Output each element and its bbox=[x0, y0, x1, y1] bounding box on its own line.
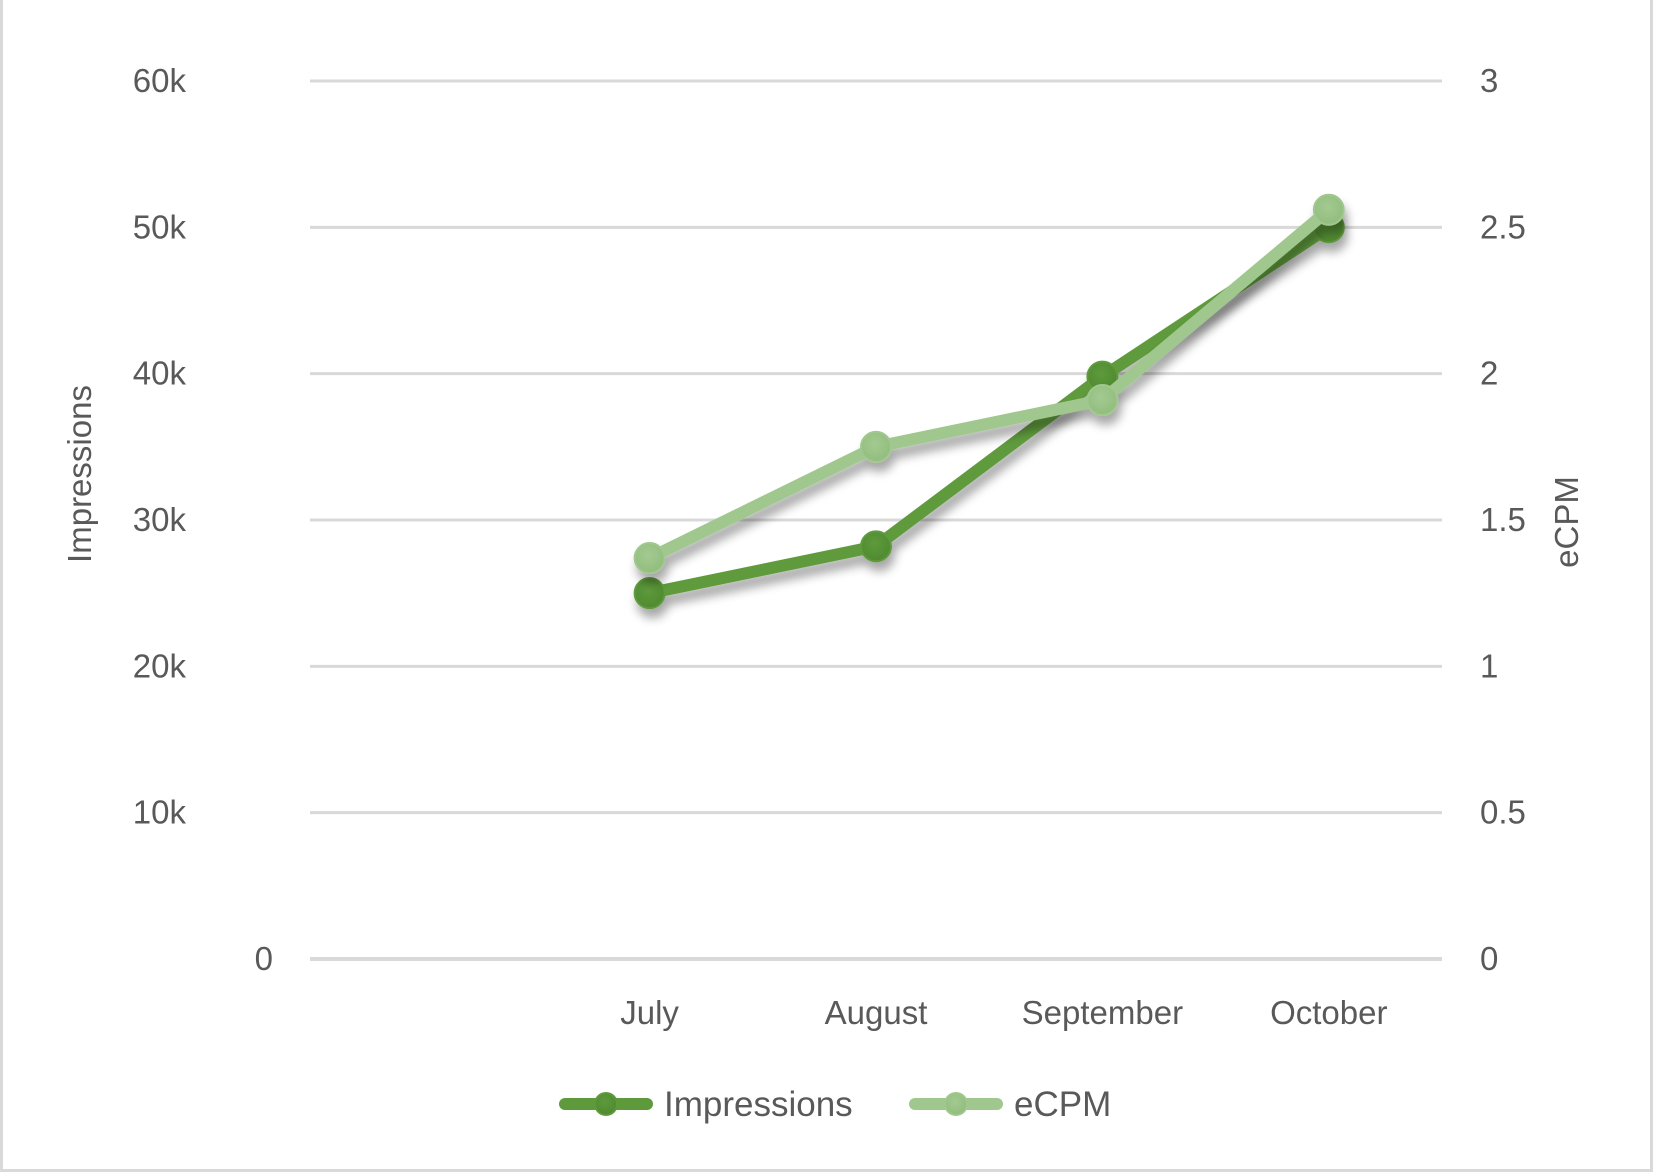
right-axis-ticks: 0 0.5 1 1.5 2 2.5 3 bbox=[1480, 62, 1526, 977]
chart: 0 10k 20k 30k 40k 50k 60k 0 0.5 1 1.5 2 2.5 3 July Au… bbox=[61, 62, 1585, 1124]
left-tick-label: 10k bbox=[133, 794, 187, 831]
series-ecpm bbox=[633, 193, 1345, 575]
left-tick-label: 0 bbox=[255, 940, 273, 977]
right-tick-label: 2.5 bbox=[1480, 208, 1526, 245]
series-line bbox=[643, 221, 1335, 600]
right-axis-title: eCPM bbox=[1548, 476, 1585, 568]
series bbox=[633, 193, 1345, 610]
right-tick-label: 3 bbox=[1480, 62, 1498, 99]
left-tick-label: 20k bbox=[133, 647, 187, 684]
right-tick-label: 1 bbox=[1480, 647, 1498, 684]
left-tick-label: 40k bbox=[133, 355, 187, 392]
left-axis-title: Impressions bbox=[61, 385, 98, 563]
left-tick-label: 30k bbox=[133, 501, 187, 538]
legend-marker-icon bbox=[944, 1092, 968, 1116]
legend-label: Impressions bbox=[664, 1085, 853, 1124]
x-axis-ticks: July August September October bbox=[620, 994, 1387, 1031]
data-point[interactable] bbox=[1312, 193, 1345, 226]
data-point[interactable] bbox=[1086, 384, 1119, 417]
right-tick-label: 2 bbox=[1480, 355, 1498, 392]
x-tick-label: October bbox=[1270, 994, 1387, 1031]
right-tick-label: 0.5 bbox=[1480, 794, 1526, 831]
series-line bbox=[643, 203, 1335, 565]
series-impressions bbox=[633, 211, 1345, 610]
legend-marker-icon bbox=[594, 1092, 618, 1116]
right-tick-label: 0 bbox=[1480, 940, 1498, 977]
data-point[interactable] bbox=[860, 530, 892, 563]
x-tick-label: September bbox=[1022, 994, 1183, 1031]
x-tick-label: July bbox=[620, 994, 679, 1031]
legend-item-impressions[interactable]: Impressions bbox=[559, 1085, 853, 1124]
gridlines bbox=[310, 79, 1442, 961]
data-point[interactable] bbox=[633, 577, 666, 610]
left-axis-ticks: 0 10k 20k 30k 40k 50k 60k bbox=[133, 62, 273, 977]
x-tick-label: August bbox=[825, 994, 928, 1031]
data-point[interactable] bbox=[860, 430, 892, 463]
right-tick-label: 1.5 bbox=[1480, 501, 1526, 538]
legend: Impressions eCPM bbox=[559, 1085, 1111, 1124]
data-point[interactable] bbox=[633, 542, 666, 575]
left-tick-label: 50k bbox=[133, 208, 187, 245]
left-tick-label: 60k bbox=[133, 62, 187, 99]
legend-item-ecpm[interactable]: eCPM bbox=[909, 1085, 1111, 1124]
legend-label: eCPM bbox=[1014, 1085, 1111, 1124]
chart-frame: 0 10k 20k 30k 40k 50k 60k 0 0.5 1 1.5 2 2.5 3 July Au… bbox=[0, 0, 1653, 1172]
